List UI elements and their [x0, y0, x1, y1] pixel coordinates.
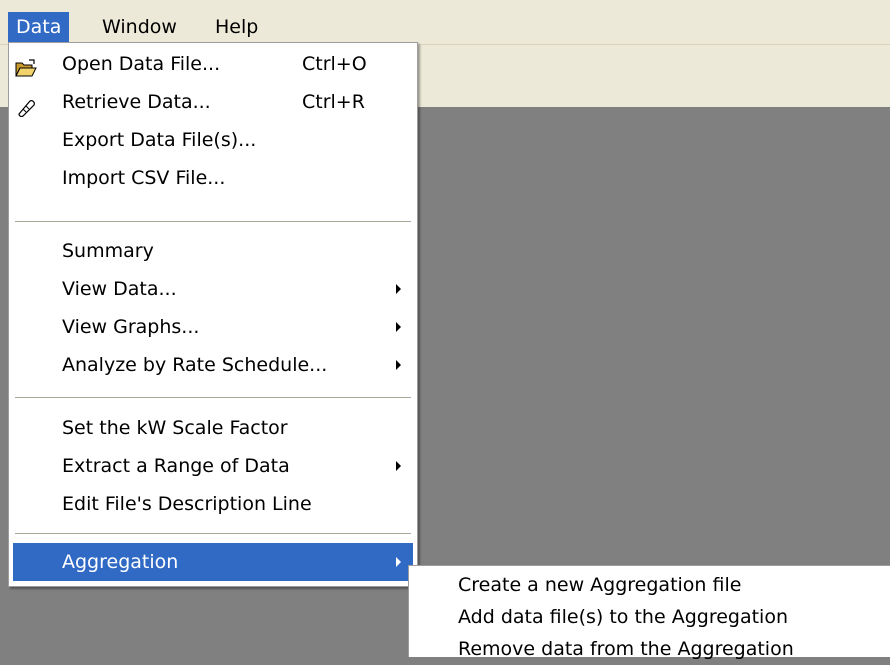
submenu-arrow-icon — [396, 557, 401, 567]
menu-separator — [15, 533, 411, 535]
submenu-item-add-data-files[interactable]: Add data file(s) to the Aggregation — [409, 601, 890, 633]
menu-item-view-data[interactable]: View Data... — [13, 270, 413, 308]
menu-item-analyze-by-rate-schedule[interactable]: Analyze by Rate Schedule... — [13, 346, 413, 384]
submenu-arrow-icon — [396, 284, 401, 294]
menu-window[interactable]: Window — [94, 12, 185, 42]
menu-item-retrieve-data[interactable]: Retrieve Data... Ctrl+R — [13, 83, 413, 121]
submenu-arrow-icon — [396, 360, 401, 370]
submenu-arrow-icon — [396, 461, 401, 471]
menu-data[interactable]: Data — [8, 12, 70, 42]
retrieve-probe-icon — [15, 92, 37, 118]
menu-item-edit-description-line[interactable]: Edit File's Description Line — [13, 485, 413, 523]
menu-item-label: Extract a Range of Data — [62, 455, 290, 477]
menu-item-view-graphs[interactable]: View Graphs... — [13, 308, 413, 346]
menu-item-set-kw-scale-factor[interactable]: Set the kW Scale Factor — [13, 409, 413, 447]
menu-item-label: Summary — [62, 240, 154, 262]
menu-item-label: Import CSV File... — [62, 167, 226, 189]
shortcut-text: Ctrl+R — [302, 91, 365, 113]
menu-item-label: Retrieve Data... — [62, 91, 211, 113]
menu-item-label: Open Data File... — [62, 53, 221, 75]
aggregation-submenu: Create a new Aggregation file Add data f… — [408, 565, 890, 660]
folder-open-icon — [15, 54, 37, 77]
menu-item-label: Edit File's Description Line — [62, 493, 312, 515]
submenu-item-remove-data[interactable]: Remove data from the Aggregation — [409, 633, 890, 665]
menu-help[interactable]: Help — [207, 12, 266, 42]
menu-item-label: Analyze by Rate Schedule... — [62, 354, 328, 376]
menu-item-label: View Graphs... — [62, 316, 200, 338]
menu-separator — [15, 221, 411, 223]
menu-item-summary[interactable]: Summary — [13, 232, 413, 270]
submenu-item-label: Create a new Aggregation file — [458, 574, 742, 596]
submenu-item-label: Add data file(s) to the Aggregation — [458, 606, 788, 628]
menu-item-import-csv-file[interactable]: Import CSV File... — [13, 159, 413, 197]
menu-item-open-data-file[interactable]: Open Data File... Ctrl+O — [13, 45, 413, 83]
menu-item-label: Set the kW Scale Factor — [62, 417, 288, 439]
menu-item-label: View Data... — [62, 278, 177, 300]
menu-item-extract-range-of-data[interactable]: Extract a Range of Data — [13, 447, 413, 485]
menu-item-label: Export Data File(s)... — [62, 129, 257, 151]
shortcut-text: Ctrl+O — [302, 53, 367, 75]
menu-separator — [15, 397, 411, 399]
menu-item-label: Aggregation — [62, 551, 179, 573]
menu-item-export-data-files[interactable]: Export Data File(s)... — [13, 121, 413, 159]
submenu-item-create-aggregation[interactable]: Create a new Aggregation file — [409, 569, 890, 601]
menu-item-aggregation[interactable]: Aggregation — [13, 543, 413, 581]
submenu-item-label: Remove data from the Aggregation — [458, 638, 794, 660]
submenu-arrow-icon — [396, 322, 401, 332]
data-menu-dropdown: Open Data File... Ctrl+O Retrieve Data..… — [8, 42, 418, 587]
menu-bar: Data Window Help — [0, 0, 890, 45]
